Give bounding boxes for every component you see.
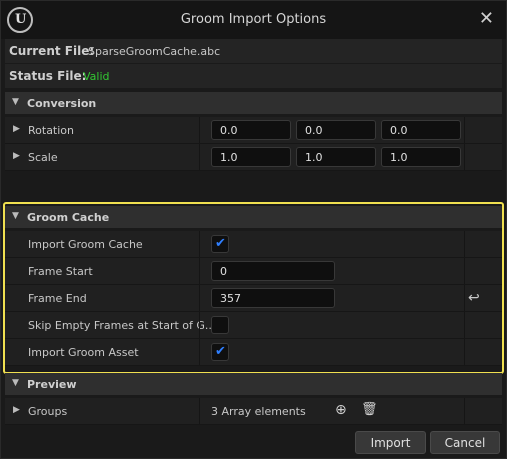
skip-empty-frames-label: Skip Empty Frames at Start of G... <box>28 319 216 332</box>
check-icon: ✔ <box>215 344 226 359</box>
column-divider <box>199 398 200 424</box>
scale-y-field[interactable]: 1.0 <box>296 147 376 167</box>
close-icon[interactable]: ✕ <box>479 8 494 29</box>
current-file-row: Current File: SparseGroomCache.abc <box>5 39 502 64</box>
expanded-arrow-icon: ▼ <box>12 97 19 107</box>
column-divider <box>464 231 465 257</box>
groups-value: 3 Array elements <box>211 405 306 418</box>
column-divider <box>464 312 465 338</box>
import-groom-cache-label: Import Groom Cache <box>28 238 143 251</box>
column-divider <box>464 144 465 170</box>
delete-elements-icon[interactable]: 🗑 <box>361 402 378 417</box>
category-conversion[interactable]: ▼ Conversion <box>5 92 502 114</box>
rotation-x-field[interactable]: 0.0 <box>211 120 291 140</box>
status-file-row: Status File: Valid <box>5 64 502 89</box>
check-icon: ✔ <box>215 236 226 251</box>
add-element-icon[interactable]: ⊕ <box>335 402 347 418</box>
import-groom-asset-label: Import Groom Asset <box>28 346 139 359</box>
expanded-arrow-icon: ▼ <box>12 378 19 388</box>
category-groom-cache-label: Groom Cache <box>27 211 110 224</box>
column-divider <box>464 285 465 311</box>
frame-start-row: Frame Start 0 <box>5 258 502 285</box>
status-file-label: Status File: <box>9 69 87 83</box>
import-button[interactable]: Import <box>355 431 426 454</box>
rotation-row: ▶ Rotation 0.0 0.0 0.0 <box>5 117 502 144</box>
column-divider <box>464 339 465 365</box>
frame-end-label: Frame End <box>28 292 87 305</box>
column-divider <box>199 339 200 365</box>
column-divider <box>464 398 465 424</box>
cancel-button[interactable]: Cancel <box>430 431 500 454</box>
collapsed-arrow-icon[interactable]: ▶ <box>13 151 20 161</box>
column-divider <box>199 144 200 170</box>
column-divider <box>199 258 200 284</box>
current-file-value: SparseGroomCache.abc <box>88 45 221 58</box>
column-divider <box>464 258 465 284</box>
expanded-arrow-icon: ▼ <box>12 211 19 221</box>
reset-to-default-icon[interactable]: ↩ <box>468 290 480 306</box>
scale-x-field[interactable]: 1.0 <box>211 147 291 167</box>
import-groom-cache-row: Import Groom Cache ✔ <box>5 231 502 258</box>
frame-end-row: Frame End 357 ↩ <box>5 285 502 312</box>
import-groom-cache-checkbox[interactable]: ✔ <box>211 235 229 253</box>
skip-empty-frames-checkbox[interactable] <box>211 316 229 334</box>
column-divider <box>199 117 200 143</box>
column-divider <box>464 117 465 143</box>
title-bar: U Groom Import Options ✕ <box>1 1 506 39</box>
rotation-y-field[interactable]: 0.0 <box>296 120 376 140</box>
window-title: Groom Import Options <box>180 12 327 27</box>
category-conversion-label: Conversion <box>27 97 97 110</box>
column-divider <box>199 285 200 311</box>
collapsed-arrow-icon[interactable]: ▶ <box>13 124 20 134</box>
scale-row: ▶ Scale 1.0 1.0 1.0 <box>5 144 502 171</box>
column-divider <box>199 312 200 338</box>
scale-z-field[interactable]: 1.0 <box>381 147 461 167</box>
collapsed-arrow-icon[interactable]: ▶ <box>13 405 20 415</box>
groom-import-dialog: U Groom Import Options ✕ Current File: S… <box>0 0 507 459</box>
groups-label: Groups <box>28 405 68 418</box>
category-preview[interactable]: ▼ Preview <box>5 373 502 395</box>
skip-empty-frames-row: Skip Empty Frames at Start of G... <box>5 312 502 339</box>
import-groom-asset-row: Import Groom Asset ✔ <box>5 339 502 366</box>
import-groom-asset-checkbox[interactable]: ✔ <box>211 343 229 361</box>
category-groom-cache[interactable]: ▼ Groom Cache <box>5 206 502 228</box>
category-preview-label: Preview <box>27 378 77 391</box>
current-file-label: Current File: <box>9 44 95 58</box>
section-spacer <box>5 171 502 199</box>
frame-start-field[interactable]: 0 <box>211 261 335 281</box>
column-divider <box>199 231 200 257</box>
rotation-z-field[interactable]: 0.0 <box>381 120 461 140</box>
frame-end-field[interactable]: 357 <box>211 288 335 308</box>
scale-label: Scale <box>28 151 58 164</box>
frame-start-label: Frame Start <box>28 265 93 278</box>
status-file-value: Valid <box>83 70 110 83</box>
groups-row: ▶ Groups 3 Array elements ⊕ 🗑 <box>5 398 502 425</box>
rotation-label: Rotation <box>28 124 75 137</box>
